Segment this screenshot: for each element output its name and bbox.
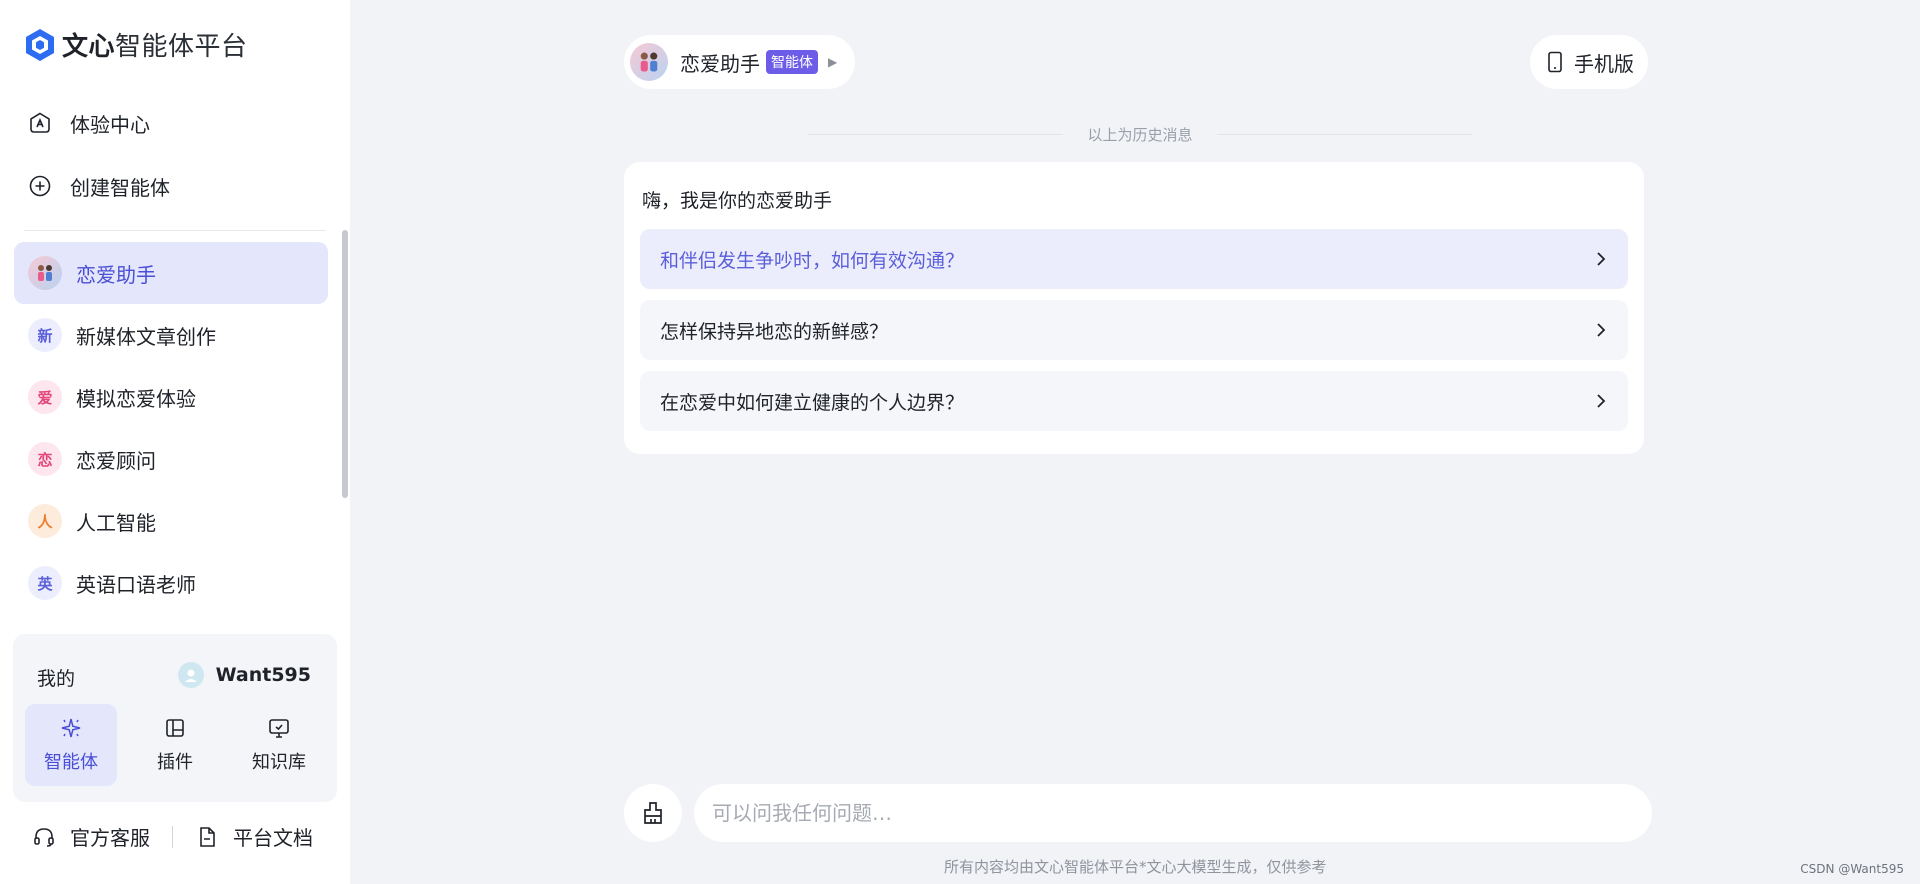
couple-avatar-icon (640, 52, 658, 72)
brand-name: 文心智能体平台 (62, 32, 248, 62)
agent-badge: 爱 (28, 380, 62, 414)
experience-icon (30, 112, 50, 133)
chevron-right-icon (1597, 323, 1606, 337)
agent-badge: 英 (28, 566, 62, 600)
current-agent-name: 恋爱助手 (680, 51, 760, 76)
agent-item-love-advisor[interactable]: 恋 恋爱顾问 (14, 428, 328, 490)
phone-icon (1548, 51, 1562, 73)
caret-right-icon: ▶ (828, 55, 838, 69)
agent-item-simulated-love[interactable]: 爱 模拟恋爱体验 (14, 366, 328, 428)
chevron-right-icon (1597, 252, 1606, 266)
plus-circle-icon (29, 175, 51, 197)
sidebar-divider (24, 230, 326, 231)
user-profile[interactable]: Want595 (177, 662, 311, 688)
user-avatar (177, 662, 204, 688)
footer-separator (172, 825, 173, 848)
agent-item-english-teacher[interactable]: 英 英语口语老师 (14, 552, 328, 614)
agent-label: 英语口语老师 (76, 572, 196, 597)
agent-list: 恋爱助手 新 新媒体文章创作 爱 模拟恋爱体验 恋 恋爱顾问 人 人工智能 英 … (14, 242, 328, 614)
sparkle-icon (61, 718, 81, 738)
agent-label: 人工智能 (76, 510, 156, 535)
suggestion-item[interactable]: 和伴侣发生争吵时，如何有效沟通？ (640, 229, 1628, 289)
mine-panel: 我的 Want595 智能体 插件 知识库 (13, 634, 337, 802)
tool-knowledge-base[interactable]: 知识库 (233, 704, 325, 786)
platform-docs-label: 平台文档 (233, 826, 313, 850)
username: Want595 (215, 664, 311, 686)
agent-item-new-media[interactable]: 新 新媒体文章创作 (14, 304, 328, 366)
tool-agents[interactable]: 智能体 (25, 704, 117, 786)
csdn-credit: CSDN @Want595 (1800, 862, 1904, 876)
customer-service-label: 官方客服 (70, 826, 150, 850)
agent-item-ai[interactable]: 人 人工智能 (14, 490, 328, 552)
agent-label: 恋爱助手 (76, 262, 156, 287)
chat-main: 恋爱助手 智能体 ▶ 手机版 以上为历史消息 嗨，我是你的恋爱助手 和伴侣发生争… (350, 0, 1920, 884)
plugin-icon (166, 719, 184, 737)
suggestion-item[interactable]: 在恋爱中如何建立健康的个人边界？ (640, 371, 1628, 431)
agent-greeting: 嗨，我是你的恋爱助手 (642, 190, 833, 212)
agent-badge: 恋 (28, 442, 62, 476)
welcome-card: 嗨，我是你的恋爱助手 和伴侣发生争吵时，如何有效沟通？ 怎样保持异地恋的新鲜感？… (624, 162, 1644, 454)
agent-badge: 新 (28, 318, 62, 352)
chat-input[interactable] (694, 784, 1652, 842)
broom-icon (644, 802, 662, 824)
customer-service-link[interactable]: 官方客服 (32, 822, 150, 851)
agent-label: 模拟恋爱体验 (76, 386, 196, 411)
agent-label: 新媒体文章创作 (76, 324, 216, 349)
tool-plugins-label: 插件 (157, 752, 193, 773)
mobile-version-button[interactable]: 手机版 (1530, 35, 1648, 89)
sidebar-scrollbar[interactable] (342, 230, 348, 498)
agent-badge: 人 (28, 504, 62, 538)
monitor-icon (269, 719, 289, 738)
suggestion-text: 怎样保持异地恋的新鲜感？ (660, 320, 889, 343)
agent-avatar (28, 256, 62, 290)
couple-avatar-icon (38, 265, 52, 281)
sidebar-footer: 官方客服 平台文档 (32, 822, 313, 851)
headset-icon (34, 827, 54, 847)
logo-mark-icon (26, 28, 54, 61)
mine-tools: 智能体 插件 知识库 (25, 704, 337, 786)
history-divider: 以上为历史消息 (808, 124, 1472, 145)
nav-experience-label: 体验中心 (70, 112, 150, 137)
tool-agents-label: 智能体 (44, 752, 98, 773)
agent-type-tag: 智能体 (766, 50, 818, 74)
nav-create-label: 创建智能体 (70, 175, 170, 200)
agent-item-love-assistant[interactable]: 恋爱助手 (14, 242, 328, 304)
nav-create-agent[interactable]: 创建智能体 (28, 166, 170, 206)
tool-knowledge-label: 知识库 (252, 752, 306, 773)
mine-label: 我的 (37, 668, 76, 690)
agent-label: 恋爱顾问 (76, 448, 156, 473)
suggestion-text: 在恋爱中如何建立健康的个人边界？ (660, 391, 965, 414)
current-agent-pill[interactable]: 恋爱助手 智能体 ▶ (624, 35, 856, 89)
suggestion-item[interactable]: 怎样保持异地恋的新鲜感？ (640, 300, 1628, 360)
suggestion-text: 和伴侣发生争吵时，如何有效沟通？ (660, 249, 965, 272)
current-agent-avatar (630, 43, 668, 81)
ai-disclaimer: 所有内容均由文心智能体平台*文心大模型生成，仅供参考 (944, 858, 1327, 876)
clear-context-button[interactable] (624, 784, 682, 842)
platform-docs-link[interactable]: 平台文档 (195, 822, 313, 851)
brand-logo[interactable]: 文心智能体平台 (24, 26, 248, 63)
chat-input-row (624, 784, 1652, 842)
document-icon (200, 826, 215, 847)
chevron-right-icon (1597, 394, 1606, 408)
nav-experience-center[interactable]: 体验中心 (28, 103, 150, 143)
tool-plugins[interactable]: 插件 (129, 704, 221, 786)
mobile-version-label: 手机版 (1574, 51, 1634, 76)
user-avatar-icon (184, 669, 197, 682)
sidebar: 文心智能体平台 体验中心 创建智能体 恋爱助手 新 新媒体文章创作 爱 模拟恋爱… (0, 0, 350, 884)
